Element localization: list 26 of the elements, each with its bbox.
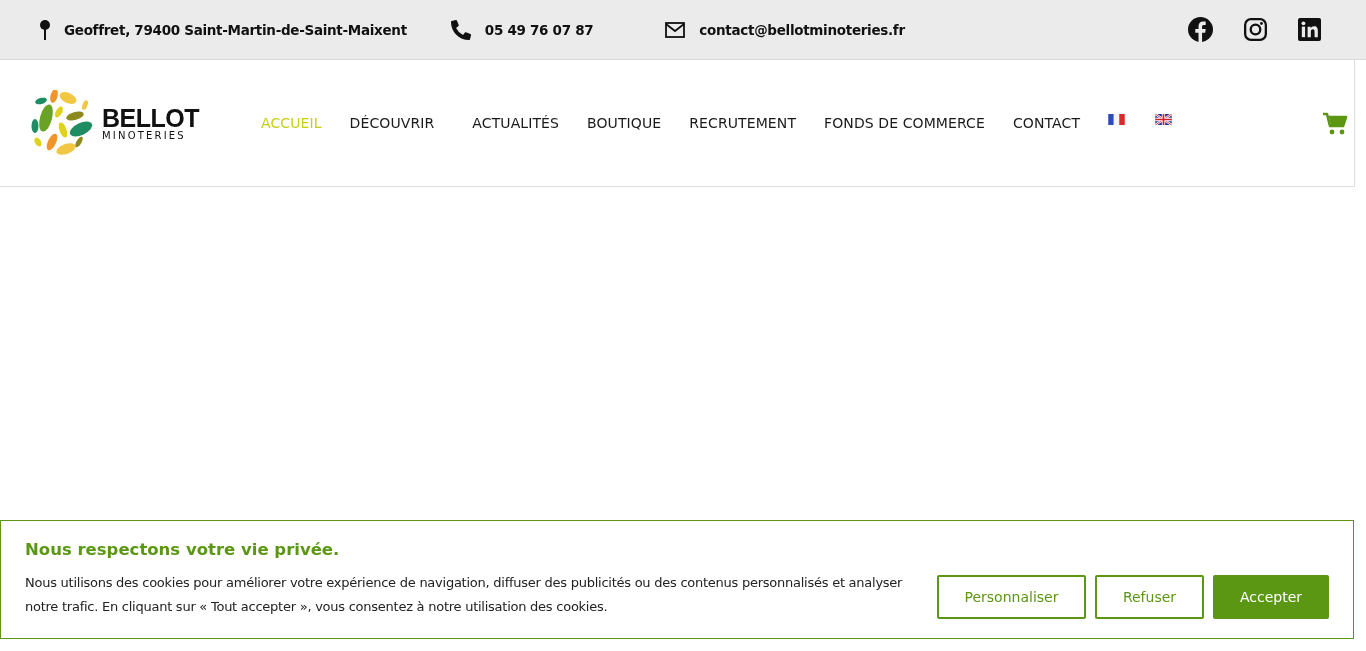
pin-icon	[40, 19, 50, 40]
nav-link[interactable]: ACTUALITÉS	[472, 115, 560, 131]
british-flag-icon[interactable]	[1155, 113, 1173, 125]
phone-number[interactable]: 05 49 76 07 87	[484, 21, 594, 38]
email-link[interactable]: contact@bellotminoteries.fr	[699, 21, 905, 38]
nav-link[interactable]: BOUTIQUE	[587, 115, 662, 131]
facebook-icon[interactable]	[1188, 17, 1213, 42]
cart-icon[interactable]	[1323, 111, 1348, 135]
nav-link[interactable]: FONDS DE COMMERCE	[824, 115, 985, 131]
cookie-option-button[interactable]: Refuser	[1095, 574, 1204, 619]
address-text: Geoffret, 79400 Saint-Martin-de-Saint-Maixent	[64, 21, 407, 38]
nav-link[interactable]: DÉCOUVRIR	[349, 115, 435, 131]
accept-button[interactable]: Accepter	[1213, 574, 1329, 619]
cookie-title: Nous respectons votre vie privée.	[25, 540, 341, 559]
phone-icon	[450, 19, 471, 40]
cookie-option-button[interactable]: Personnaliser	[937, 574, 1086, 619]
instagram-icon[interactable]	[1244, 18, 1267, 41]
nav-link[interactable]: RECRUTEMENT	[689, 115, 797, 131]
leaves-logo-icon[interactable]	[30, 90, 94, 156]
logo-name: BELLOT	[102, 105, 199, 131]
nav-link[interactable]: CONTACT	[1012, 115, 1081, 131]
french-flag-icon[interactable]	[1108, 113, 1126, 125]
logo-subtitle: MINOTERIES	[102, 130, 187, 141]
cookie-text: Nous utilisons des cookies pour améliorer votre expérience de navigation, diffuser des publicités ou des contenus personnalisés et analyser notre trafic. En cliquant sur « Tout accepter », vous consentez à notre utilisation des cookies.	[25, 574, 904, 616]
envelope-icon	[665, 21, 686, 38]
linkedin-icon[interactable]	[1298, 18, 1321, 41]
